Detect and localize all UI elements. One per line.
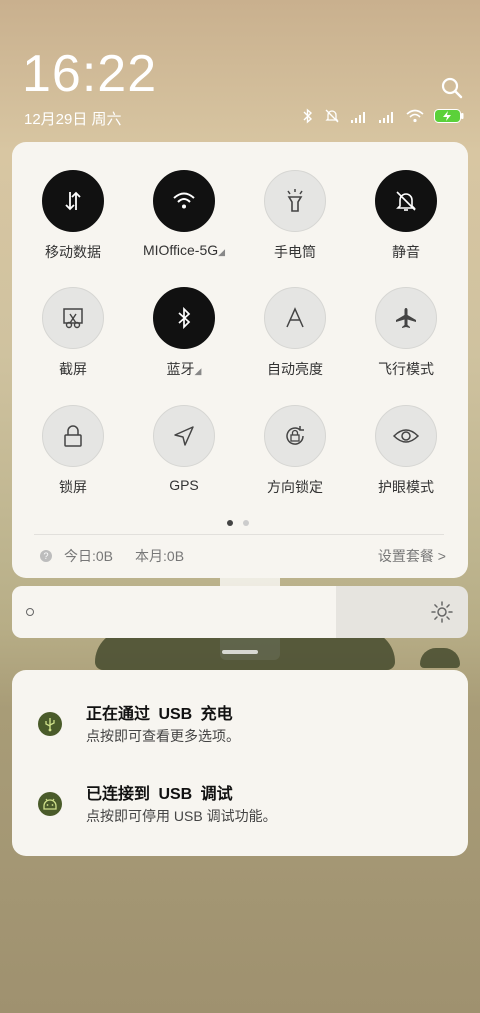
tile-lock-screen[interactable]: 锁屏	[18, 405, 128, 497]
mute-status-icon	[324, 108, 340, 129]
notification-title: 正在通过 USB 充电	[86, 706, 233, 723]
tile-label: 方向锁定	[267, 479, 323, 495]
tile-label: 锁屏	[59, 479, 87, 495]
drag-handle[interactable]	[222, 650, 258, 654]
divider	[34, 534, 444, 535]
android-debug-icon	[38, 792, 62, 816]
tile-auto-brightness[interactable]: 自动亮度	[240, 287, 350, 379]
clock: 16:22	[22, 45, 158, 103]
flashlight-icon	[264, 170, 326, 232]
tile-flashlight[interactable]: 手电筒	[240, 170, 350, 262]
brightness-low-icon	[26, 608, 34, 616]
gps-icon	[153, 405, 215, 467]
notification-usb-charging[interactable]: 正在通过 USB 充电 点按即可查看更多选项。	[38, 700, 438, 750]
tile-label: 移动数据	[45, 244, 101, 260]
tile-gps[interactable]: GPS	[129, 405, 239, 493]
brightness-slider[interactable]	[12, 586, 468, 638]
tile-screenshot[interactable]: 截屏	[18, 287, 128, 379]
data-usage-month: 本月:0B	[135, 548, 185, 564]
tile-eye-care[interactable]: 护眼模式	[351, 405, 461, 497]
page-dot-active[interactable]	[227, 520, 233, 526]
status-icons	[302, 108, 464, 129]
notification-card: 正在通过 USB 充电 点按即可查看更多选项。 已连接到 USB 调试 点按即可…	[12, 670, 468, 856]
notification-usb-debugging[interactable]: 已连接到 USB 调试 点按即可停用 USB 调试功能。	[38, 780, 438, 830]
tile-mute[interactable]: 静音	[351, 170, 461, 262]
tile-label: 飞行模式	[378, 361, 434, 377]
notification-title: 已连接到 USB 调试	[86, 786, 233, 803]
notification-body: 点按即可查看更多选项。	[86, 728, 240, 744]
expand-indicator-icon: ◢	[194, 366, 202, 376]
rotation-lock-icon	[264, 405, 326, 467]
page-dot[interactable]	[243, 520, 249, 526]
tile-label-text: 蓝牙	[166, 361, 195, 377]
tile-mobile-data[interactable]: 移动数据	[18, 170, 128, 262]
bluetooth-icon	[153, 287, 215, 349]
wifi-status-icon	[406, 109, 424, 128]
date: 12月29日 周六	[24, 111, 122, 128]
wifi-icon	[153, 170, 215, 232]
signal-icon-2	[378, 110, 396, 128]
brightness-fill	[12, 586, 336, 638]
notification-body: 点按即可停用 USB 调试功能。	[86, 808, 277, 824]
tile-wifi[interactable]: MIOffice-5G◢	[129, 170, 239, 258]
data-usage-today: 今日:0B	[64, 548, 114, 564]
airplane-icon	[375, 287, 437, 349]
help-icon[interactable]: ?	[40, 550, 52, 562]
quick-settings-panel: 移动数据 MIOffice-5G◢ 手电筒 静音 截屏 蓝牙◢ 自动亮度 飞行模…	[12, 142, 468, 578]
eye-icon	[375, 405, 437, 467]
tile-rotation-lock[interactable]: 方向锁定	[240, 405, 350, 497]
tile-label: 自动亮度	[267, 361, 323, 377]
page-indicator	[227, 520, 249, 526]
tile-airplane[interactable]: 飞行模式	[351, 287, 461, 379]
tile-label-text: MIOffice-5G	[142, 242, 219, 258]
usb-icon	[38, 712, 62, 736]
lock-icon	[42, 405, 104, 467]
auto-brightness-icon	[264, 287, 326, 349]
tile-label: 手电筒	[274, 244, 316, 260]
tile-label: 截屏	[59, 361, 87, 377]
bluetooth-status-icon	[302, 108, 314, 129]
mobile-data-icon	[42, 170, 104, 232]
expand-indicator-icon: ◢	[218, 247, 226, 257]
tile-label: GPS	[169, 477, 199, 493]
tile-label: 护眼模式	[378, 479, 434, 495]
set-plan-link[interactable]: 设置套餐 >	[378, 546, 446, 566]
screenshot-icon	[42, 287, 104, 349]
data-usage-row: ? 今日:0B 本月:0B 设置套餐 >	[40, 546, 446, 566]
tile-label: MIOffice-5G◢	[129, 242, 239, 258]
search-icon[interactable]	[440, 76, 464, 100]
brightness-sun-icon	[430, 600, 454, 629]
tile-label: 蓝牙◢	[129, 359, 239, 379]
tile-bluetooth[interactable]: 蓝牙◢	[129, 287, 239, 379]
battery-charging-icon	[434, 109, 464, 128]
tile-label: 静音	[392, 244, 420, 260]
mute-icon	[375, 170, 437, 232]
background-trees-small	[420, 648, 460, 668]
signal-icon-1	[350, 110, 368, 128]
